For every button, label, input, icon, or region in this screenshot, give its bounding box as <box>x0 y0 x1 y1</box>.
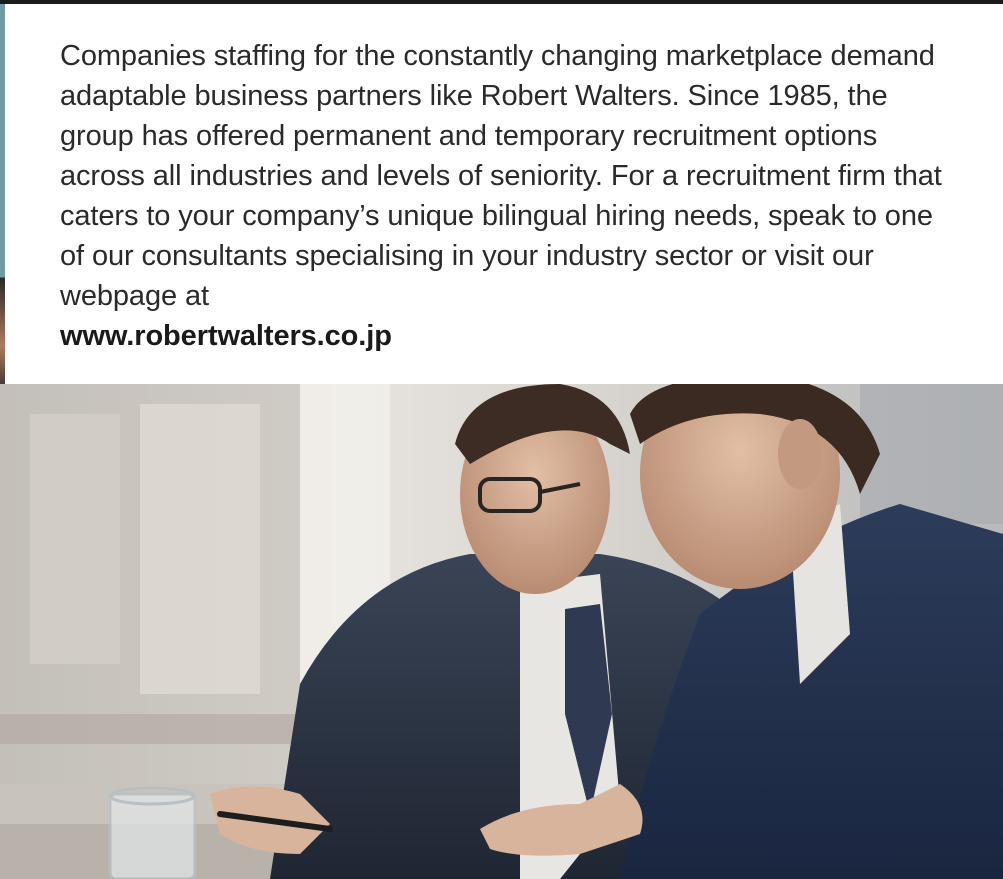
intro-text-block: Companies staffing for the constantly ch… <box>60 36 960 356</box>
intro-paragraph: Companies staffing for the constantly ch… <box>60 36 960 356</box>
left-edge-strip <box>0 4 5 384</box>
business-meeting-photo <box>0 384 1003 879</box>
top-border-bar <box>0 0 1003 4</box>
website-url-link[interactable]: www.robertwalters.co.jp <box>60 316 392 356</box>
intro-paragraph-text: Companies staffing for the constantly ch… <box>60 40 942 312</box>
